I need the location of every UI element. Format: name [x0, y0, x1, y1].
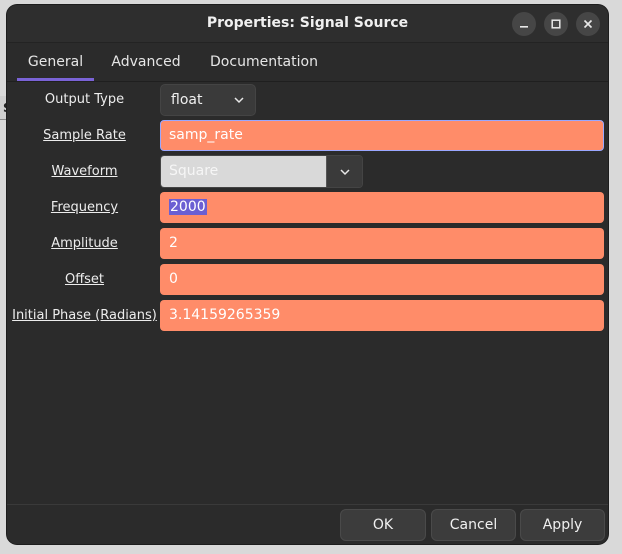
output-type-label: Output Type	[44, 92, 125, 107]
frequency-value: 2000	[169, 199, 207, 215]
tab-bar: General Advanced Documentation	[7, 43, 608, 82]
close-button[interactable]	[576, 12, 600, 36]
offset-input[interactable]: 0	[160, 264, 604, 295]
waveform-combobox[interactable]: Square	[160, 155, 363, 188]
initial-phase-input[interactable]: 3.14159265359	[160, 300, 604, 331]
minimize-icon	[520, 26, 528, 28]
tab-documentation[interactable]: Documentation	[202, 43, 326, 81]
waveform-value[interactable]: Square	[161, 156, 326, 187]
close-icon	[583, 19, 593, 29]
maximize-button[interactable]	[544, 12, 568, 36]
frequency-input[interactable]: 2000	[160, 192, 604, 223]
properties-dialog: Properties: Signal Source General Advanc…	[7, 5, 608, 544]
minimize-button[interactable]	[512, 12, 536, 36]
waveform-label: Waveform	[51, 164, 118, 179]
ok-button[interactable]: OK	[340, 509, 426, 541]
apply-button[interactable]: Apply	[520, 509, 605, 541]
amplitude-label: Amplitude	[51, 236, 118, 251]
sample-rate-input[interactable]: samp_rate	[160, 120, 604, 151]
offset-label: Offset	[64, 272, 105, 287]
titlebar: Properties: Signal Source	[7, 5, 608, 43]
chevron-down-icon	[234, 97, 244, 104]
amplitude-input[interactable]: 2	[160, 228, 604, 259]
initial-phase-label: Initial Phase (Radians)	[12, 308, 157, 323]
maximize-icon	[551, 19, 561, 29]
waveform-dropdown-button[interactable]	[326, 156, 362, 187]
tab-general[interactable]: General	[17, 43, 94, 81]
output-type-dropdown[interactable]: float	[160, 84, 256, 116]
sample-rate-label: Sample Rate	[43, 128, 126, 143]
cancel-button[interactable]: Cancel	[431, 509, 516, 541]
frequency-label: Frequency	[50, 200, 119, 215]
tab-advanced[interactable]: Advanced	[104, 43, 188, 81]
chevron-down-icon	[339, 168, 350, 175]
dialog-footer: OK Cancel Apply	[7, 504, 608, 544]
output-type-value: float	[171, 92, 203, 108]
